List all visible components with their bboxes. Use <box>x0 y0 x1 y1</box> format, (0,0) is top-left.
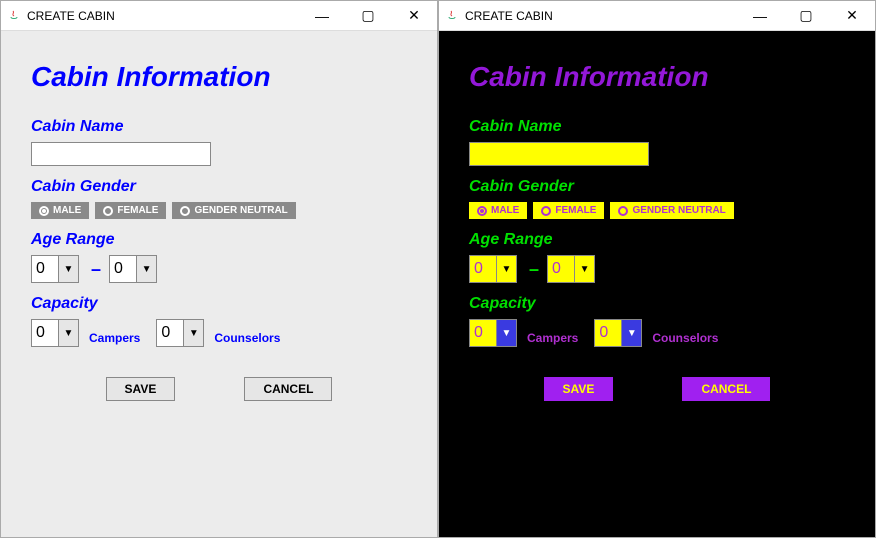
save-button[interactable]: SAVE <box>106 377 176 401</box>
campers-value: 0 <box>31 319 59 347</box>
gender-female-label: FEMALE <box>117 205 158 216</box>
gender-neutral-label: GENDER NEUTRAL <box>632 205 725 216</box>
maximize-button[interactable]: ▢ <box>783 1 829 31</box>
counselors-value: 0 <box>156 319 184 347</box>
cancel-button[interactable]: CANCEL <box>682 377 770 401</box>
age-max-value: 0 <box>547 255 575 283</box>
campers-label: Campers <box>527 331 578 347</box>
cabin-name-input[interactable] <box>31 142 211 166</box>
close-button[interactable]: ✕ <box>391 1 437 31</box>
gender-male-label: MALE <box>491 205 519 216</box>
window-dark: CREATE CABIN — ▢ ✕ Cabin Information Cab… <box>438 0 876 538</box>
chevron-down-icon[interactable]: ▼ <box>575 255 595 283</box>
java-icon <box>6 8 22 24</box>
minimize-button[interactable]: — <box>299 1 345 31</box>
window-title: CREATE CABIN <box>27 9 115 23</box>
age-max-spinner[interactable]: 0 ▼ <box>547 255 595 283</box>
range-dash: – <box>91 259 101 280</box>
age-min-spinner[interactable]: 0 ▼ <box>469 255 517 283</box>
radio-icon <box>180 206 190 216</box>
minimize-button[interactable]: — <box>737 1 783 31</box>
cancel-button[interactable]: CANCEL <box>244 377 332 401</box>
titlebar: CREATE CABIN — ▢ ✕ <box>439 1 875 31</box>
window-title: CREATE CABIN <box>465 9 553 23</box>
close-button[interactable]: ✕ <box>829 1 875 31</box>
page-heading: Cabin Information <box>31 61 407 93</box>
counselors-label: Counselors <box>652 331 718 347</box>
chevron-down-icon[interactable]: ▼ <box>497 255 517 283</box>
gender-female-radio[interactable]: FEMALE <box>95 202 166 219</box>
gender-male-radio[interactable]: MALE <box>31 202 89 219</box>
age-max-value: 0 <box>109 255 137 283</box>
gender-male-radio[interactable]: MALE <box>469 202 527 219</box>
range-dash: – <box>529 259 539 280</box>
age-min-value: 0 <box>31 255 59 283</box>
radio-icon <box>477 206 487 216</box>
counselors-spinner[interactable]: 0 ▼ <box>594 319 642 347</box>
campers-spinner[interactable]: 0 ▼ <box>469 319 517 347</box>
gender-radio-group: MALE FEMALE GENDER NEUTRAL <box>31 202 407 219</box>
chevron-down-icon[interactable]: ▼ <box>59 319 79 347</box>
radio-icon <box>618 206 628 216</box>
age-range-label: Age Range <box>469 231 845 249</box>
content-area: Cabin Information Cabin Name Cabin Gende… <box>1 31 437 537</box>
cabin-name-input[interactable] <box>469 142 649 166</box>
campers-label: Campers <box>89 331 140 347</box>
chevron-down-icon[interactable]: ▼ <box>137 255 157 283</box>
content-area: Cabin Information Cabin Name Cabin Gende… <box>439 31 875 537</box>
age-min-spinner[interactable]: 0 ▼ <box>31 255 79 283</box>
maximize-button[interactable]: ▢ <box>345 1 391 31</box>
chevron-down-icon[interactable]: ▼ <box>184 319 204 347</box>
campers-spinner[interactable]: 0 ▼ <box>31 319 79 347</box>
gender-male-label: MALE <box>53 205 81 216</box>
cabin-name-label: Cabin Name <box>31 118 407 136</box>
gender-female-label: FEMALE <box>555 205 596 216</box>
gender-neutral-radio[interactable]: GENDER NEUTRAL <box>610 202 733 219</box>
java-icon <box>444 8 460 24</box>
campers-value: 0 <box>469 319 497 347</box>
age-range-label: Age Range <box>31 231 407 249</box>
counselors-spinner[interactable]: 0 ▼ <box>156 319 204 347</box>
gender-radio-group: MALE FEMALE GENDER NEUTRAL <box>469 202 845 219</box>
chevron-down-icon[interactable]: ▼ <box>59 255 79 283</box>
age-max-spinner[interactable]: 0 ▼ <box>109 255 157 283</box>
radio-icon <box>541 206 551 216</box>
chevron-down-icon[interactable]: ▼ <box>622 319 642 347</box>
chevron-down-icon[interactable]: ▼ <box>497 319 517 347</box>
radio-icon <box>103 206 113 216</box>
save-button[interactable]: SAVE <box>544 377 614 401</box>
radio-icon <box>39 206 49 216</box>
cabin-gender-label: Cabin Gender <box>31 178 407 196</box>
gender-female-radio[interactable]: FEMALE <box>533 202 604 219</box>
page-heading: Cabin Information <box>469 61 845 93</box>
gender-neutral-label: GENDER NEUTRAL <box>194 205 287 216</box>
cabin-name-label: Cabin Name <box>469 118 845 136</box>
age-min-value: 0 <box>469 255 497 283</box>
gender-neutral-radio[interactable]: GENDER NEUTRAL <box>172 202 295 219</box>
capacity-label: Capacity <box>31 295 407 313</box>
cabin-gender-label: Cabin Gender <box>469 178 845 196</box>
counselors-label: Counselors <box>214 331 280 347</box>
capacity-label: Capacity <box>469 295 845 313</box>
window-light: CREATE CABIN — ▢ ✕ Cabin Information Cab… <box>0 0 438 538</box>
counselors-value: 0 <box>594 319 622 347</box>
titlebar: CREATE CABIN — ▢ ✕ <box>1 1 437 31</box>
